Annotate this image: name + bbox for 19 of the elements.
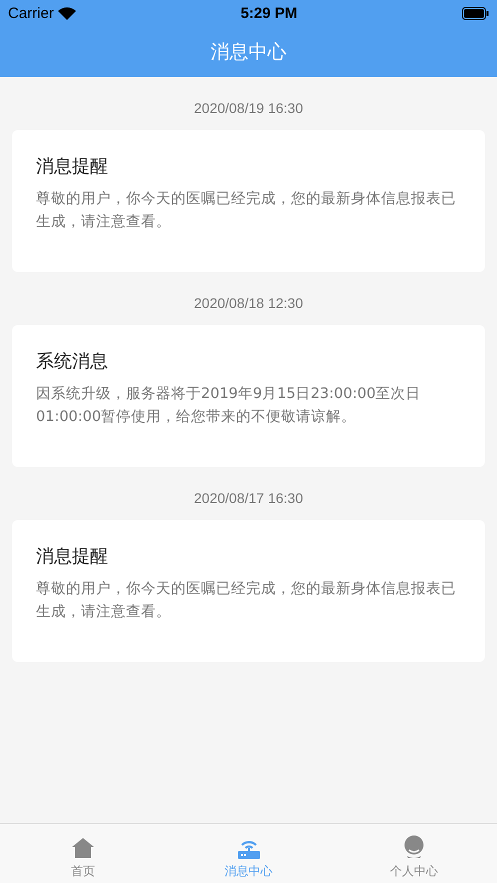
message-card[interactable]: 系统消息 因系统升级，服务器将于2019年9月15日23:00:00至次日01:00:00暂停使用，给您带来的不便敬请谅解。 bbox=[12, 325, 485, 467]
battery-icon bbox=[462, 6, 489, 20]
house-icon bbox=[70, 837, 95, 859]
message-title: 消息提醒 bbox=[36, 545, 109, 568]
message-body: 尊敬的用户，你今天的医嘱已经完成，您的最新身体信息报表已生成，请注意查看。 bbox=[36, 580, 457, 622]
message-title: 系统消息 bbox=[36, 350, 109, 373]
message-title: 消息提醒 bbox=[36, 155, 109, 178]
wifi-icon bbox=[58, 6, 76, 20]
status-time: 5:29 PM bbox=[240, 4, 298, 22]
message-card[interactable]: 消息提醒 尊敬的用户，你今天的医嘱已经完成，您的最新身体信息报表已生成，请注意查看。 bbox=[12, 130, 485, 272]
webcam-icon bbox=[403, 835, 426, 859]
message-date: 2020/08/19 16:30 bbox=[194, 100, 303, 116]
message-body: 尊敬的用户，你今天的医嘱已经完成，您的最新身体信息报表已生成，请注意查看。 bbox=[36, 190, 457, 232]
carrier-label: Carrier bbox=[8, 4, 54, 22]
page-title: 消息中心 bbox=[210, 40, 286, 64]
message-body: 因系统升级，服务器将于2019年9月15日23:00:00至次日01:00:00暂停使用，给您带来的不便敬请谅解。 bbox=[36, 385, 422, 427]
message-date: 2020/08/18 12:30 bbox=[194, 295, 303, 311]
message-card[interactable]: 消息提醒 尊敬的用户，你今天的医嘱已经完成，您的最新身体信息报表已生成，请注意查看。 bbox=[12, 520, 485, 662]
message-date: 2020/08/17 16:30 bbox=[194, 490, 303, 506]
